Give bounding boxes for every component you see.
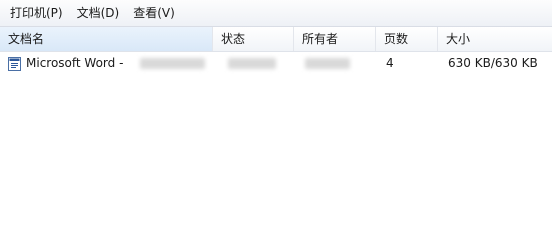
column-header-row: 文档名 状态 所有者 页数 大小 <box>0 27 552 52</box>
redacted-owner <box>305 58 350 69</box>
job-name-cell: Microsoft Word - <box>8 52 123 74</box>
menu-view[interactable]: 查看(V) <box>127 2 181 24</box>
job-list-empty-area <box>0 74 552 245</box>
redacted-status <box>228 58 276 69</box>
column-header-status[interactable]: 状态 <box>213 27 294 51</box>
column-header-document-name[interactable]: 文档名 <box>0 27 213 51</box>
print-job-row[interactable]: Microsoft Word - 4 630 KB/630 KB <box>0 52 552 74</box>
menu-bar: 打印机(P) 文档(D) 查看(V) <box>0 0 552 27</box>
job-name-text: Microsoft Word - <box>26 56 124 70</box>
column-header-pages[interactable]: 页数 <box>376 27 438 51</box>
job-size-cell: 630 KB/630 KB <box>448 56 538 70</box>
word-document-icon <box>8 56 21 71</box>
column-header-size[interactable]: 大小 <box>438 27 552 51</box>
menu-document[interactable]: 文档(D) <box>71 2 126 24</box>
job-pages-cell: 4 <box>386 56 394 70</box>
column-header-owner[interactable]: 所有者 <box>294 27 376 51</box>
redacted-name-part <box>140 58 205 69</box>
menu-printer[interactable]: 打印机(P) <box>4 2 69 24</box>
